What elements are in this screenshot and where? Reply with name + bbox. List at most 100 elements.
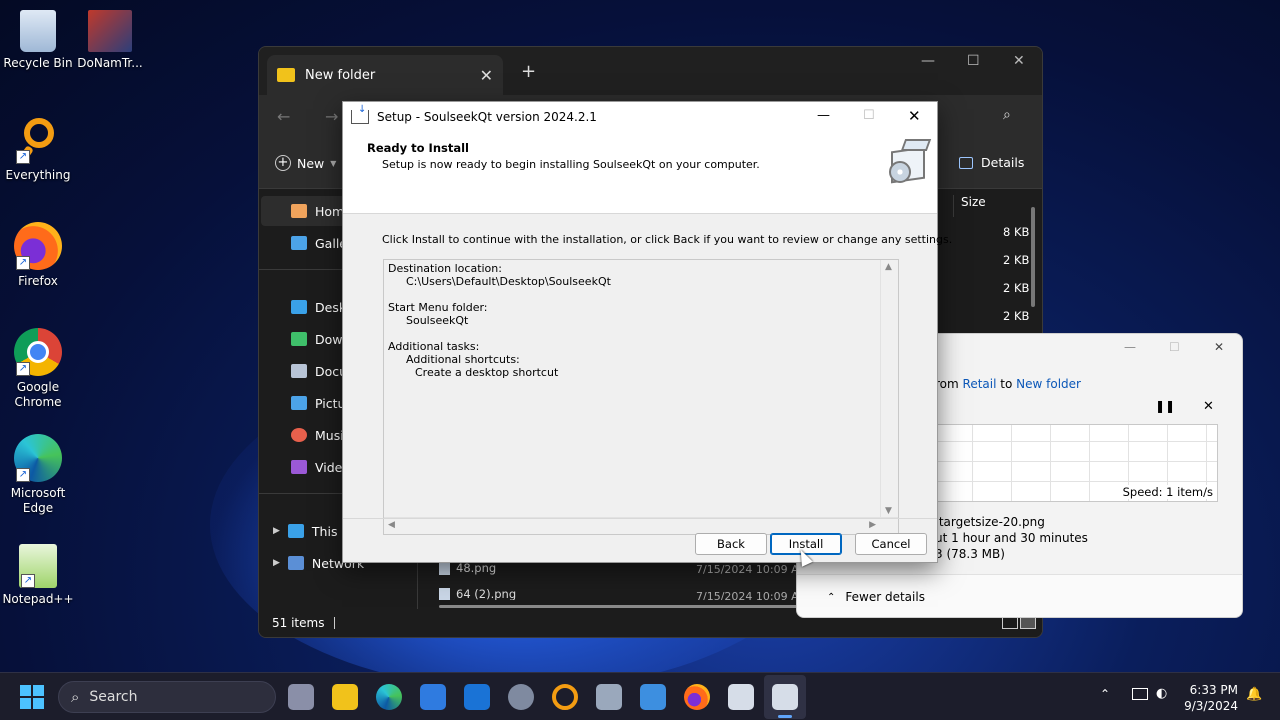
explorer-tab[interactable]: New folder ✕ bbox=[267, 55, 503, 95]
memo-vertical-scrollbar[interactable]: ▲ ▼ bbox=[880, 260, 898, 518]
everything-icon[interactable] bbox=[552, 684, 578, 710]
display-icon[interactable] bbox=[1132, 688, 1148, 700]
new-button[interactable]: + New ▼ bbox=[275, 155, 336, 171]
scroll-down-icon[interactable]: ▼ bbox=[885, 506, 892, 516]
speed-label: Speed: 1 item/s bbox=[1119, 485, 1213, 499]
chevron-right-icon: ▶ bbox=[273, 526, 280, 536]
image-file-icon bbox=[439, 588, 450, 600]
ready-memo[interactable]: Destination location: C:\Users\Default\D… bbox=[383, 259, 899, 535]
maximize-icon[interactable]: ☐ bbox=[1169, 340, 1180, 354]
network-icon bbox=[287, 556, 304, 570]
file-size: 2 KB bbox=[1003, 281, 1030, 295]
taskbar: ⌕ Search ⌃ ◐ 6:33 PM 9/3/2024 🔔 bbox=[0, 672, 1280, 720]
copy-details: .targetsize-20.png ut 1 hour and 30 minu… bbox=[935, 514, 1088, 562]
forward-arrow-icon[interactable]: → bbox=[325, 107, 338, 126]
minimize-icon[interactable]: — bbox=[921, 53, 935, 69]
pause-icon[interactable]: ❚❚ bbox=[1155, 399, 1175, 413]
close-icon[interactable]: ✕ bbox=[908, 107, 921, 125]
desktop-icon bbox=[291, 300, 307, 314]
desktop-icon-firefox[interactable]: ↗ Firefox bbox=[0, 222, 76, 289]
tab-close-icon[interactable]: ✕ bbox=[480, 66, 493, 85]
sidebar-item-this-pc[interactable]: ▶ This P bbox=[273, 516, 349, 546]
file-size: 2 KB bbox=[1003, 309, 1030, 323]
system-clock[interactable]: 6:33 PM 9/3/2024 bbox=[1184, 682, 1238, 714]
notification-bell-icon[interactable]: 🔔 bbox=[1246, 687, 1262, 702]
chevron-up-icon[interactable]: ⌃ bbox=[1100, 687, 1110, 701]
file-explorer-icon[interactable] bbox=[332, 684, 358, 710]
network-app-icon[interactable] bbox=[596, 684, 622, 710]
scroll-up-icon[interactable]: ▲ bbox=[885, 262, 892, 272]
details-button[interactable]: Details bbox=[959, 155, 1024, 170]
copy-name: .targetsize-20.png bbox=[935, 515, 1045, 529]
desktop-icon-donamtr[interactable]: DoNamTr... bbox=[72, 10, 148, 71]
shortcut-arrow-icon: ↗ bbox=[16, 150, 30, 164]
close-icon[interactable]: ✕ bbox=[1214, 340, 1224, 354]
table-row[interactable]: 64 (2).png bbox=[439, 588, 516, 600]
back-button[interactable]: Back bbox=[695, 533, 767, 555]
maximize-icon: ☐ bbox=[863, 108, 875, 123]
source-link[interactable]: Retail bbox=[963, 377, 997, 391]
column-header-size[interactable]: Size bbox=[961, 195, 986, 209]
computer-icon bbox=[287, 524, 304, 538]
firefox-icon: ↗ bbox=[14, 222, 62, 270]
back-arrow-icon[interactable]: ← bbox=[277, 107, 290, 126]
page-subtitle: Setup is now ready to begin installing S… bbox=[382, 158, 760, 171]
destination-link[interactable]: New folder bbox=[1016, 377, 1081, 391]
edge-icon: ↗ bbox=[14, 434, 62, 482]
memo-content: Destination location: C:\Users\Default\D… bbox=[388, 262, 611, 379]
horizontal-scrollbar[interactable] bbox=[439, 605, 799, 608]
vertical-scrollbar[interactable] bbox=[1031, 207, 1035, 307]
photo-thumbnail-icon bbox=[88, 10, 132, 52]
close-icon[interactable]: ✕ bbox=[1013, 53, 1025, 69]
paint-icon[interactable] bbox=[640, 684, 666, 710]
setup-footer: Back Install Cancel bbox=[343, 518, 937, 564]
pictures-icon bbox=[291, 396, 307, 410]
desktop-icon-recycle-bin[interactable]: Recycle Bin bbox=[0, 10, 76, 71]
cancel-copy-icon[interactable]: ✕ bbox=[1203, 399, 1214, 414]
start-button[interactable] bbox=[20, 685, 44, 709]
details-pane-icon bbox=[959, 156, 973, 169]
desktop-icon-everything[interactable]: ↗ Everything bbox=[0, 116, 76, 183]
desktop-icon-edge[interactable]: ↗ Microsoft Edge bbox=[0, 434, 76, 516]
status-divider bbox=[334, 617, 336, 629]
new-tab-icon[interactable]: + bbox=[521, 61, 536, 82]
maximize-icon[interactable]: ☐ bbox=[967, 53, 980, 69]
fewer-details-button[interactable]: ⌃ Fewer details bbox=[827, 590, 925, 604]
taskbar-search[interactable]: ⌕ Search bbox=[58, 681, 276, 713]
sidebar-item-documents[interactable]: Docu bbox=[291, 356, 347, 386]
shortcut-arrow-icon: ↗ bbox=[16, 256, 30, 270]
document-icon bbox=[291, 364, 307, 378]
setup-taskbar-icon[interactable] bbox=[772, 684, 798, 710]
shortcut-arrow-icon: ↗ bbox=[16, 468, 30, 482]
video-icon bbox=[291, 460, 307, 474]
search-icon[interactable]: ⌕ bbox=[1003, 107, 1011, 123]
copy-items-remaining: 3 (78.3 MB) bbox=[935, 547, 1005, 561]
cancel-button[interactable]: Cancel bbox=[855, 533, 927, 555]
download-icon bbox=[291, 332, 307, 346]
notepadpp-icon: ↗ bbox=[19, 544, 57, 588]
setup-title: Setup - SoulseekQt version 2024.2.1 bbox=[377, 109, 597, 124]
task-view-icon[interactable] bbox=[288, 684, 314, 710]
install-instruction: Click Install to continue with the insta… bbox=[382, 233, 953, 246]
minimize-icon[interactable]: — bbox=[817, 108, 830, 123]
edge-icon[interactable] bbox=[376, 684, 402, 710]
desktop-icon-notepadpp[interactable]: ↗ Notepad++ bbox=[0, 544, 76, 607]
folder-icon bbox=[277, 68, 295, 82]
active-indicator bbox=[778, 715, 792, 718]
setup-titlebar: ↓ Setup - SoulseekQt version 2024.2.1 — … bbox=[343, 102, 937, 131]
firefox-icon[interactable] bbox=[684, 684, 710, 710]
settings-gear-icon[interactable] bbox=[508, 684, 534, 710]
install-box-icon bbox=[885, 139, 932, 185]
volume-icon[interactable]: ◐ bbox=[1156, 686, 1167, 701]
tab-title: New folder bbox=[305, 67, 376, 83]
minimize-icon[interactable]: — bbox=[1124, 340, 1136, 354]
installer-icon: ↓ bbox=[351, 104, 369, 124]
gallery-icon bbox=[291, 236, 307, 250]
installer-taskbar-icon[interactable] bbox=[728, 684, 754, 710]
desktop-icon-chrome[interactable]: ↗ Google Chrome bbox=[0, 328, 76, 410]
outlook-icon[interactable] bbox=[464, 684, 490, 710]
chevron-up-icon: ⌃ bbox=[827, 591, 836, 603]
store-icon[interactable] bbox=[420, 684, 446, 710]
file-date: 7/15/2024 10:09 AM bbox=[696, 590, 809, 600]
shortcut-arrow-icon: ↗ bbox=[16, 362, 30, 376]
